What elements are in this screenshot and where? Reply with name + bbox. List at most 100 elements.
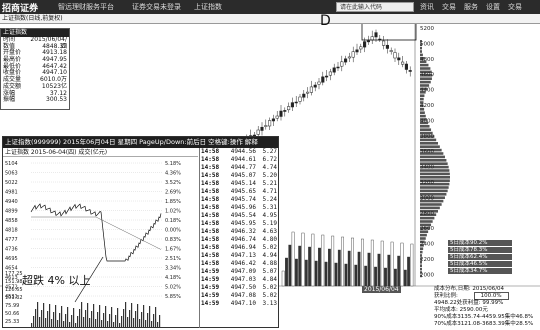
tick-t: 14:58 — [201, 180, 220, 187]
intraday-volume-bar — [157, 322, 159, 327]
tick-t: 14:58 — [201, 252, 220, 259]
candle-body — [290, 102, 294, 108]
candle-body — [382, 40, 386, 46]
price-tick: 2400 — [420, 242, 434, 248]
intraday-volume-bar — [119, 323, 121, 327]
tick-v: 4.63 — [262, 228, 277, 235]
intraday-volume-bar — [117, 308, 119, 327]
intraday-popup-window[interactable]: 上证指数(999999) 2015年06月04日 星期四 PageUp/Down… — [2, 136, 279, 328]
tick-p: 4944.61 — [230, 156, 256, 163]
intraday-volume-bar — [137, 304, 139, 327]
volume-bar — [410, 243, 414, 287]
cost-bar — [420, 267, 422, 271]
right-axis-tick: 0.18% — [165, 218, 181, 224]
intraday-volume-bar — [147, 313, 149, 327]
search-input[interactable]: 请在此输入代码 — [336, 2, 414, 12]
cost-bar — [420, 159, 447, 162]
price-tick: 2000 — [420, 272, 434, 278]
menu-item-trade-login[interactable]: 证券交易未登录 — [132, 2, 181, 12]
cost-legend: 5日成本90.2% 5日成本78.3% 5日成本62.4% 5日成本46.5% 5日成本… — [448, 240, 512, 290]
intraday-volume-bar — [31, 323, 33, 327]
tick-v: 3.13 — [262, 300, 277, 307]
volume-bar — [301, 232, 305, 287]
intraday-volume-bar — [141, 312, 143, 327]
tick-t: 14:58 — [201, 172, 220, 179]
right-axis-tick: 3.52% — [165, 180, 181, 186]
candle-body — [283, 110, 287, 112]
right-axis-tick: 0.83% — [165, 237, 181, 243]
menu-item-platform[interactable]: 智远理财服务平台 — [58, 2, 114, 12]
left-axis-tick: 4899 — [5, 209, 18, 215]
tick-p: 4947.08 — [230, 292, 256, 299]
tick-v: 5.31 — [262, 204, 277, 211]
tick-p: 4944.77 — [230, 164, 256, 171]
tick-t: 14:58 — [201, 188, 220, 195]
cost-90: 90%成本3135.74-4459.95集中46.8% — [434, 314, 534, 320]
volume-bar — [354, 264, 358, 287]
candle-body — [355, 49, 359, 53]
tick-v: 5.07 — [262, 268, 277, 275]
intraday-volume-bar — [77, 316, 79, 327]
tick-row: 14:58 4944.56 5.27 — [200, 148, 279, 156]
intraday-volume-bar — [107, 321, 109, 327]
cost-info-panel: 成本分布,日期: 2015/06/04 获利比例: 100.0% 4948.22… — [432, 286, 538, 330]
cost-bar — [420, 176, 450, 179]
volume-axis-tick: 50.66 — [5, 311, 19, 317]
tick-row: 14:58 4945.54 4.95 — [200, 212, 279, 220]
tick-row: 14:58 4945.95 5.19 — [200, 220, 279, 228]
quote-info-panel: 上证指数 时间 2015/06/04/四 数值 4848.32 开盘价 4913.18 最高… — [0, 28, 70, 110]
menu-item-service[interactable]: 服务 — [464, 2, 478, 12]
volume-bar — [347, 250, 351, 287]
cost-bar — [420, 264, 422, 267]
info-value: 300.53 — [46, 96, 67, 104]
left-axis-tick: 4736 — [5, 247, 18, 253]
tick-p: 4945.65 — [230, 188, 256, 195]
tick-row: 14:59 4947.08 5.02 — [200, 292, 279, 300]
popup-title-bar[interactable]: 上证指数(999999) 2015年06月04日 星期四 PageUp/Down… — [3, 137, 278, 148]
left-axis-tick: 4940 — [5, 199, 18, 205]
intraday-volume-bar — [81, 302, 83, 327]
intraday-volume-bar — [43, 303, 45, 327]
tick-row: 14:58 4945.07 5.20 — [200, 172, 279, 180]
menu-item-settings[interactable]: 设置 — [486, 2, 500, 12]
candle-body — [332, 67, 336, 73]
intraday-volume-bar — [113, 322, 115, 327]
price-tick: 2800 — [420, 211, 434, 217]
candle-body — [313, 84, 317, 88]
candle-body — [256, 129, 260, 135]
candle-body — [317, 81, 321, 85]
cost-bar — [420, 114, 426, 118]
intraday-volume-bar — [151, 321, 153, 327]
menu-item-trade-2[interactable]: 交易 — [508, 2, 522, 12]
cost-bar — [420, 172, 450, 176]
intraday-volume-bar — [153, 314, 155, 327]
intraday-volume-bar — [59, 313, 61, 327]
intraday-volume-bar — [131, 303, 133, 327]
tick-t: 14:58 — [201, 164, 220, 171]
cost-bar — [420, 142, 439, 145]
price-tick: 3400 — [420, 165, 434, 171]
cost-bar — [420, 53, 423, 57]
intraday-chart: 5104 5.18% 5063 4.36% 5022 3.52% 4981 2.69% 4940… — [5, 161, 181, 327]
menu-item-trade[interactable]: 交易 — [442, 2, 456, 12]
candle-body — [294, 101, 298, 104]
tick-p: 4945.14 — [230, 180, 256, 187]
candle-body — [321, 76, 325, 83]
volume-bar — [311, 233, 315, 287]
intraday-volume-bar — [45, 318, 47, 327]
price-tick: 2600 — [420, 226, 434, 232]
right-axis-tick: 2.69% — [165, 190, 181, 196]
tick-v: 5.19 — [262, 220, 277, 227]
intraday-volume-bar — [93, 304, 95, 327]
menu-item-index[interactable]: 上证指数 — [194, 2, 222, 12]
menu-item-news[interactable]: 资讯 — [420, 2, 434, 12]
tick-list[interactable]: 14:58 4944.56 5.27 14:58 4944.61 6.72 14:58 494… — [199, 148, 279, 328]
cost-bar — [420, 97, 424, 101]
intraday-volume-bar — [83, 317, 85, 327]
intraday-volume-bar — [145, 320, 147, 327]
tick-t: 14:58 — [201, 204, 220, 211]
tick-p: 4946.42 — [230, 260, 256, 267]
candle-body — [344, 58, 348, 63]
volume-bar — [407, 256, 410, 287]
tick-v: 5.02 — [262, 292, 277, 299]
